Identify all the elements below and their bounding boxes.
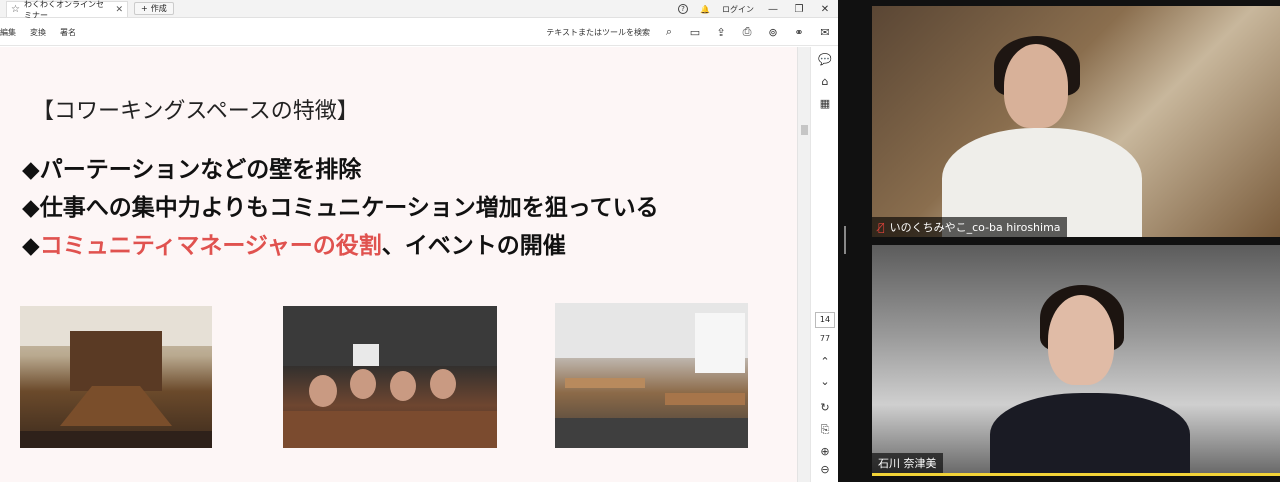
participant-face xyxy=(1048,295,1114,385)
menu-sign[interactable]: 署名 xyxy=(60,27,76,38)
toolbar: 編集 変換 署名 テキストまたはツールを検索 ⌕ ▭ ⇪ ⎙ ⊚ ⚭ ✉ xyxy=(0,18,838,46)
panel-resize-handle[interactable] xyxy=(844,226,846,254)
bullet-2: ◆仕事への集中力よりもコミュニケーション増加を狙っている xyxy=(22,188,659,222)
extract-icon[interactable]: ⎘ xyxy=(818,423,832,437)
tab-bar: ☆ わくわくオンラインセミナー ✕ + 作成 ? 🔔 ログイン — ❐ ✕ xyxy=(0,0,838,20)
photo-coworking-space-interior xyxy=(20,306,212,448)
participant-name-tag: 石川 奈津美 xyxy=(872,453,943,473)
chevron-down-icon[interactable]: ⌄ xyxy=(818,375,832,389)
comment-icon[interactable]: 💬 xyxy=(818,53,832,67)
document-tab[interactable]: ☆ わくわくオンラインセミナー ✕ xyxy=(6,0,128,20)
help-icon[interactable]: ? xyxy=(678,4,689,14)
page-count: 77 xyxy=(819,334,831,343)
vertical-scrollbar[interactable] xyxy=(797,47,810,482)
zoom-in-icon[interactable]: ⊕ xyxy=(818,445,832,459)
bookmark-icon[interactable]: ⌂ xyxy=(818,75,832,89)
create-button[interactable]: + 作成 xyxy=(134,2,174,15)
mail-icon[interactable]: ✉ xyxy=(818,25,832,39)
restore-icon[interactable]: ❐ xyxy=(792,4,806,15)
page-number-field[interactable]: 14 xyxy=(815,312,835,328)
bullet-text: パーテーションなどの壁を排除 xyxy=(39,157,362,183)
plus-icon: + xyxy=(141,4,148,13)
pdf-viewer-window: ☆ わくわくオンラインセミナー ✕ + 作成 ? 🔔 ログイン — ❐ ✕ 編集… xyxy=(0,0,838,482)
window-close-icon[interactable]: ✕ xyxy=(818,4,832,15)
star-icon[interactable]: ☆ xyxy=(11,4,20,15)
toolbar-tools: テキストまたはツールを検索 ⌕ ▭ ⇪ ⎙ ⊚ ⚭ ✉ xyxy=(546,18,832,46)
title-bar-controls: ? 🔔 ログイン — ❐ ✕ xyxy=(678,0,832,18)
refresh-icon[interactable]: ↻ xyxy=(818,401,832,415)
search-icon[interactable]: ⌕ xyxy=(662,25,676,39)
close-icon[interactable]: ✕ xyxy=(115,5,123,15)
bullet-marker: ◆ xyxy=(22,195,40,221)
scrollbar-thumb[interactable] xyxy=(801,125,808,135)
bell-icon[interactable]: 🔔 xyxy=(700,5,710,14)
save-icon[interactable]: ▭ xyxy=(688,25,702,39)
participant-video-2[interactable]: 石川 奈津美 xyxy=(872,245,1280,476)
participant-video-1[interactable]: 🎙̸ いのくちみやこ_co-ba hiroshima xyxy=(872,6,1280,237)
menu-bar: 編集 変換 署名 xyxy=(0,18,76,46)
create-button-label: 作成 xyxy=(150,4,167,13)
participant-name: いのくちみやこ_co-ba hiroshima xyxy=(889,221,1061,234)
bullet-text: 、イベントの開催 xyxy=(381,233,566,259)
print-icon[interactable]: ⎙ xyxy=(740,25,754,39)
photo-cafe-space xyxy=(555,303,748,448)
chevron-up-icon[interactable]: ⌃ xyxy=(818,355,832,369)
bullet-text: 仕事への集中力よりもコミュニケーション増加を狙っている xyxy=(39,195,659,221)
participant-name-tag: 🎙̸ いのくちみやこ_co-ba hiroshima xyxy=(872,217,1067,237)
link-icon[interactable]: ⚭ xyxy=(792,25,806,39)
pdf-page: 【コワーキングスペースの特徴】 ◆パーテーションなどの壁を排除 ◆仕事への集中力… xyxy=(0,47,797,482)
tool-search-input[interactable]: テキストまたはツールを検索 xyxy=(546,27,650,38)
minimize-icon[interactable]: — xyxy=(766,4,780,15)
zoom-out-icon[interactable]: ⊖ xyxy=(818,463,832,477)
slide-title: 【コワーキングスペースの特徴】 xyxy=(32,99,359,124)
upload-icon[interactable]: ⇪ xyxy=(714,25,728,39)
bullet-highlight: コミュニティマネージャーの役割 xyxy=(39,233,382,259)
bullet-1: ◆パーテーションなどの壁を排除 xyxy=(22,150,361,184)
video-call-panel: 🎙̸ いのくちみやこ_co-ba hiroshima 石川 奈津美 xyxy=(838,0,1280,482)
bullet-marker: ◆ xyxy=(22,157,40,183)
right-tool-rail: 💬 ⌂ ▦ 14 77 ⌃ ⌄ ↻ ⎘ ⊕ ⊖ xyxy=(810,47,838,482)
login-button[interactable]: ログイン xyxy=(722,4,754,15)
bullet-marker: ◆ xyxy=(22,233,40,259)
participant-face xyxy=(1004,44,1068,128)
menu-convert[interactable]: 変換 xyxy=(30,27,46,38)
photo-event-group xyxy=(283,306,497,448)
share-icon[interactable]: ⊚ xyxy=(766,25,780,39)
muted-mic-icon: 🎙̸ xyxy=(878,220,885,234)
thumbnails-icon[interactable]: ▦ xyxy=(818,97,832,111)
bullet-3: ◆コミュニティマネージャーの役割、イベントの開催 xyxy=(22,226,566,260)
participant-name: 石川 奈津美 xyxy=(878,457,937,470)
menu-edit[interactable]: 編集 xyxy=(0,27,16,38)
participant-body xyxy=(990,393,1190,473)
screen: ☆ わくわくオンラインセミナー ✕ + 作成 ? 🔔 ログイン — ❐ ✕ 編集… xyxy=(0,0,1280,482)
